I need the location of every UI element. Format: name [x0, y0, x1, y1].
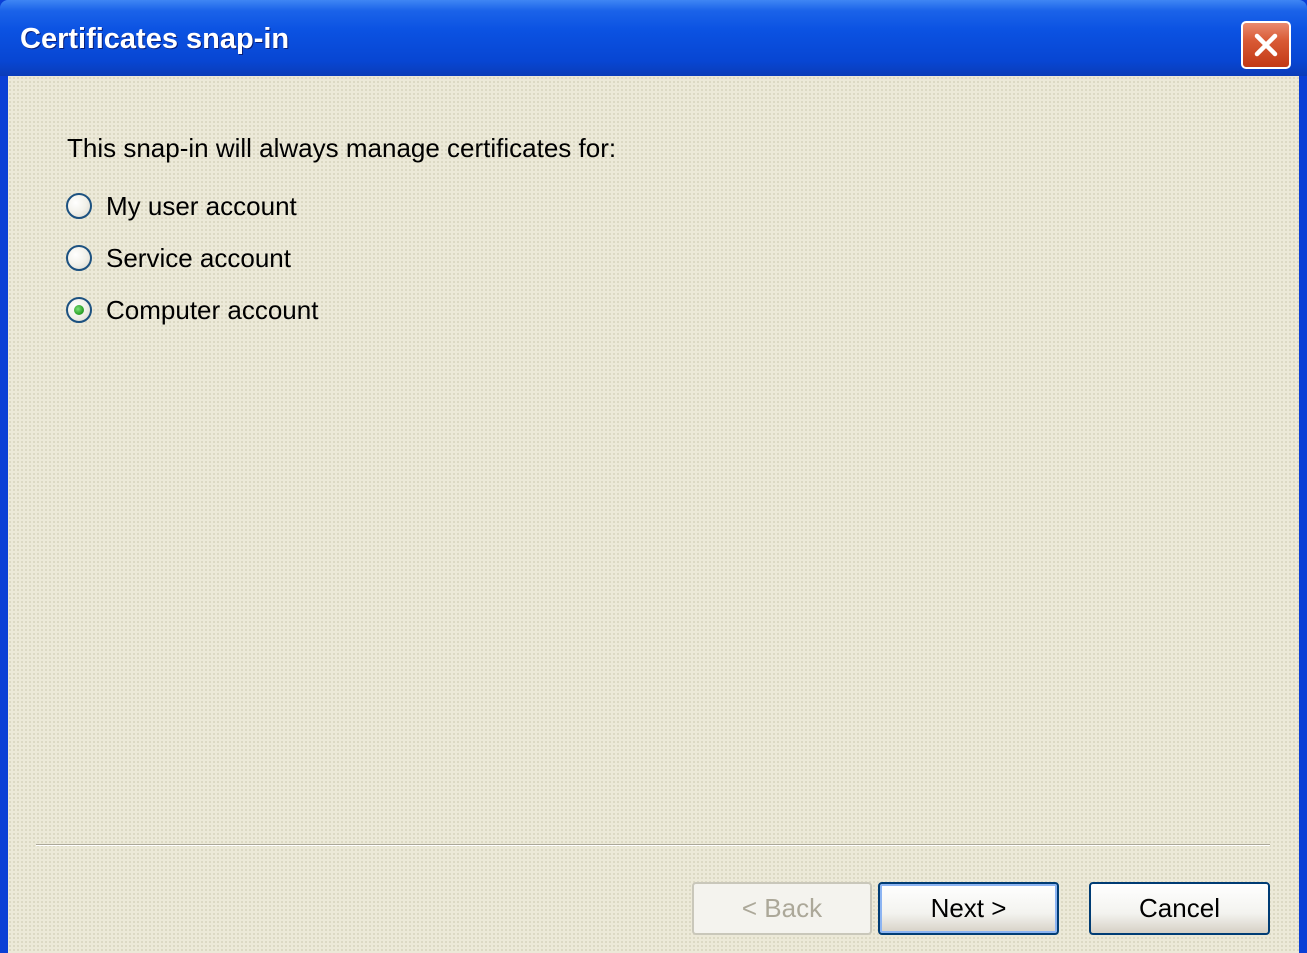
radio-selected-dot — [74, 305, 84, 315]
title-bar[interactable]: Certificates snap-in — [0, 0, 1307, 76]
close-icon — [1254, 33, 1278, 57]
radio-option-my-user-account[interactable]: My user account — [66, 189, 297, 223]
cancel-button[interactable]: Cancel — [1089, 882, 1270, 935]
radio-button-computer-account[interactable] — [66, 297, 92, 323]
button-separator — [36, 844, 1270, 846]
radio-label-service-account[interactable]: Service account — [106, 242, 291, 274]
radio-option-service-account[interactable]: Service account — [66, 241, 291, 275]
radio-button-service-account[interactable] — [66, 245, 92, 271]
certificates-snapin-window: Certificates snap-in This snap-in will a… — [0, 0, 1307, 953]
radio-label-my-user-account[interactable]: My user account — [106, 190, 297, 222]
radio-label-computer-account[interactable]: Computer account — [106, 294, 318, 326]
prompt-text: This snap-in will always manage certific… — [67, 133, 617, 163]
radio-button-my-user-account[interactable] — [66, 193, 92, 219]
back-button[interactable]: < Back — [692, 882, 872, 935]
radio-option-computer-account[interactable]: Computer account — [66, 293, 318, 327]
next-button[interactable]: Next > — [878, 882, 1059, 935]
close-button[interactable] — [1241, 21, 1291, 69]
window-title: Certificates snap-in — [20, 23, 290, 55]
dialog-body: This snap-in will always manage certific… — [8, 76, 1299, 953]
